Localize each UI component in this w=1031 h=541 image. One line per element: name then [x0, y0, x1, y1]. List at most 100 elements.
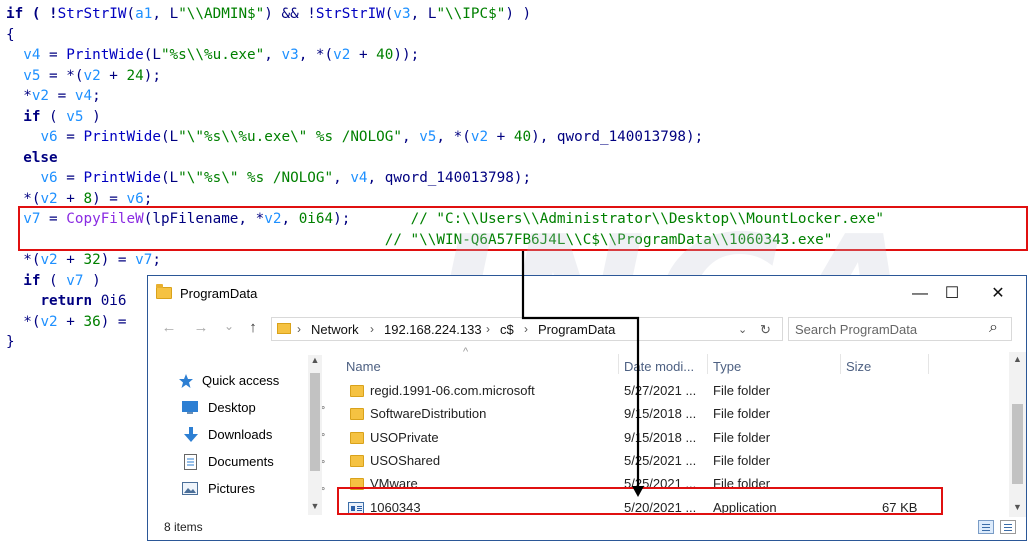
code-token: , L	[410, 6, 437, 22]
file-row[interactable]: USOPrivate 9/15/2018 ... File folder	[328, 427, 988, 450]
recent-locations-icon[interactable]: ⌄	[220, 319, 238, 333]
forward-arrow-icon[interactable]: →	[192, 319, 210, 336]
code-token: , qword_140013798);	[367, 170, 532, 186]
scroll-down-arrow-icon[interactable]: ▼	[1009, 502, 1026, 512]
file-row[interactable]: USOShared 5/25/2021 ... File folder	[328, 450, 988, 473]
breadcrumb-share[interactable]: c$	[500, 322, 514, 337]
code-token: if ( !	[6, 6, 58, 22]
scroll-up-arrow-icon[interactable]: ▲	[308, 355, 322, 365]
code-token: v5	[23, 67, 41, 84]
code-token: (L	[160, 170, 179, 186]
code-token: *(	[6, 252, 41, 268]
scrollbar-thumb[interactable]	[310, 373, 320, 471]
code-token: if	[23, 108, 41, 125]
code-token: v5	[419, 129, 437, 145]
file-type: File folder	[713, 452, 771, 468]
scroll-up-arrow-icon[interactable]: ▲	[1009, 354, 1026, 364]
code-line: v6 = PrintWide(L"\"%s\" %s /NOLOG", v4, …	[6, 168, 531, 188]
file-row[interactable]: SoftwareDistribution 9/15/2018 ... File fo…	[328, 403, 988, 426]
code-token: v2	[31, 88, 50, 104]
details-view-icon[interactable]	[978, 520, 994, 534]
code-token: , L	[152, 6, 179, 22]
code-token: (	[40, 108, 67, 125]
code-token: v2	[40, 252, 58, 268]
close-button[interactable]: ✕	[988, 284, 1008, 304]
code-token: v2	[470, 129, 489, 145]
code-token: PrintWide	[83, 129, 161, 145]
search-icon[interactable]: ⌕	[989, 319, 998, 337]
code-token: PrintWide	[66, 47, 144, 63]
code-token: ;	[92, 88, 101, 104]
column-header-date[interactable]: Date modi...	[624, 359, 694, 374]
nav-pane-scrollbar[interactable]: ▲ ▼	[308, 355, 322, 515]
code-token: 40	[513, 129, 532, 145]
code-line: if ( v5 )	[6, 107, 100, 127]
search-box[interactable]: ⌕	[788, 317, 1012, 341]
code-token: "\"%s\" %s /NOLOG"	[178, 170, 334, 186]
code-line: }	[6, 332, 15, 352]
code-line: v5 = *(v2 + 24);	[6, 66, 161, 86]
code-line: *(v2 + 36) =	[6, 312, 126, 332]
file-date: 5/25/2021 ...	[624, 452, 697, 468]
up-arrow-icon[interactable]: ↑	[244, 319, 262, 336]
code-token: StrStrIW	[315, 6, 385, 22]
file-date: 5/27/2021 ...	[624, 383, 697, 398]
file-name: SoftwareDistribution	[370, 406, 487, 422]
address-row: ← → ⌄ ↑ › Network › 192.168.224.133 › c$…	[148, 314, 1026, 344]
address-dropdown-icon[interactable]: ⌄	[738, 323, 747, 336]
file-list-scrollbar[interactable]: ▲ ▼	[1009, 352, 1026, 517]
scroll-down-arrow-icon[interactable]: ▼	[308, 501, 322, 511]
code-token: else	[23, 149, 58, 166]
code-token: +	[57, 190, 84, 207]
scrollbar-thumb[interactable]	[1012, 404, 1023, 484]
chevron-right-icon: ›	[297, 322, 301, 336]
code-token: +	[488, 129, 514, 145]
code-token: if	[23, 272, 41, 289]
back-arrow-icon[interactable]: ←	[160, 319, 178, 336]
folder-icon	[350, 385, 364, 397]
folder-icon	[350, 454, 364, 467]
desktop-icon	[182, 401, 198, 414]
code-token: StrStrIW	[57, 6, 127, 22]
code-line: v6 = PrintWide(L"\"%s\\%u.exe\" %s /NOLO…	[6, 127, 703, 147]
navigation-pane: Quick access Desktop ⊸ Downloads ⊸ Docum…	[148, 350, 325, 515]
code-token: v6	[40, 129, 58, 145]
search-input[interactable]	[795, 321, 975, 337]
file-date: 9/15/2018 ...	[624, 406, 697, 422]
code-token: +	[100, 67, 127, 84]
code-token: *(	[6, 313, 41, 330]
item-count: 8 items	[164, 520, 203, 534]
code-token: *(	[6, 190, 41, 207]
file-row[interactable]: regid.1991-06.com.microsoft 5/27/2021 ...…	[328, 380, 988, 403]
breadcrumb-network[interactable]: Network	[311, 322, 359, 337]
column-header-size[interactable]: Size	[846, 359, 871, 374]
code-token: v7	[135, 252, 153, 268]
maximize-button[interactable]: ☐	[942, 284, 962, 304]
large-icons-view-icon[interactable]	[1000, 520, 1016, 534]
document-icon	[184, 454, 197, 470]
code-token: );	[143, 67, 161, 84]
code-token: , *(	[298, 47, 334, 63]
code-token: ), qword_140013798);	[531, 129, 704, 145]
minimize-button[interactable]: —	[910, 284, 930, 304]
column-header-type[interactable]: Type	[713, 359, 741, 374]
column-header-name[interactable]: Name	[346, 359, 381, 374]
sort-ascending-icon: ^	[463, 346, 469, 358]
breadcrumb-host[interactable]: 192.168.224.133	[384, 322, 482, 337]
code-line: else	[6, 148, 58, 168]
code-token: ) )	[505, 6, 532, 22]
code-token: (L	[160, 129, 179, 145]
code-token: 8	[83, 190, 93, 207]
code-line: return 0i6	[6, 291, 126, 311]
code-line: v4 = PrintWide(L"%s\\%u.exe", v3, *(v2 +…	[6, 45, 419, 65]
code-token: +	[57, 313, 84, 330]
code-token: (	[126, 6, 136, 22]
code-token: 40	[376, 47, 394, 63]
refresh-icon[interactable]: ↻	[760, 322, 771, 338]
title-bar: ProgramData — ☐ ✕	[148, 276, 1026, 310]
code-token: (	[40, 272, 67, 289]
address-bar[interactable]: › Network › 192.168.224.133 › c$ › Progr…	[271, 317, 783, 341]
nav-item-label: Desktop	[208, 400, 256, 415]
breadcrumb-folder[interactable]: ProgramData	[538, 322, 615, 337]
